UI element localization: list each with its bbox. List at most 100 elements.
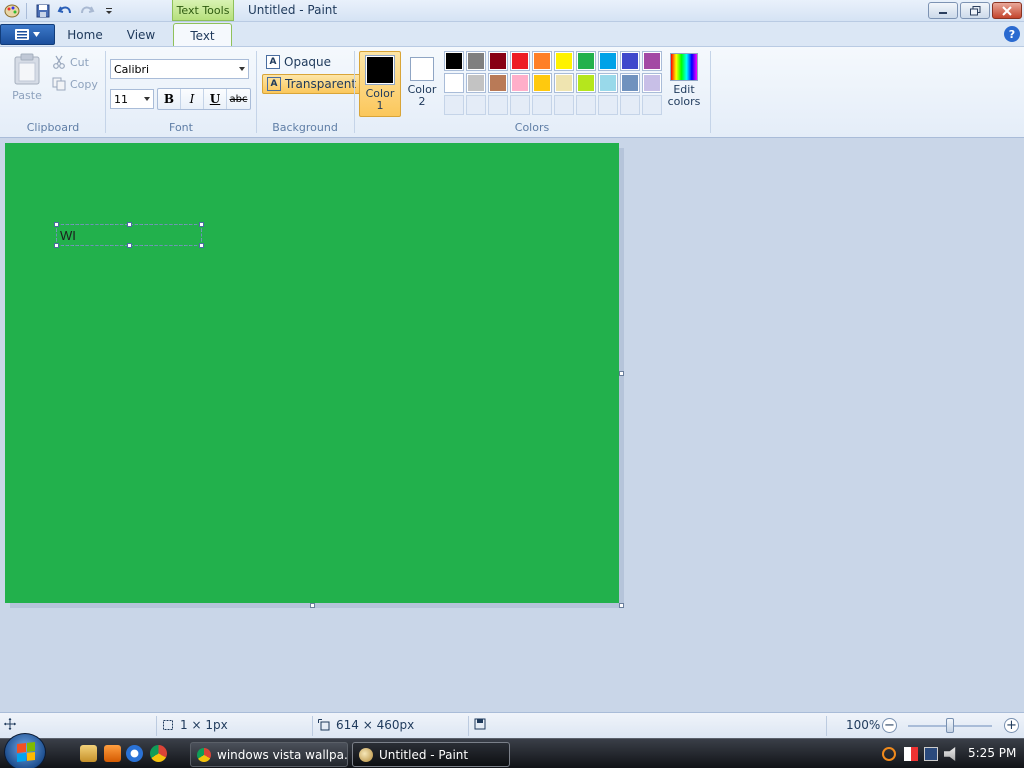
opaque-option[interactable]: A Opaque (262, 52, 335, 72)
canvas-workspace[interactable]: WI (0, 138, 1024, 712)
palette-color-swatch[interactable] (642, 51, 662, 71)
copy-button[interactable]: Copy (52, 75, 98, 93)
paint-app-icon[interactable] (2, 1, 22, 21)
taskbar-button[interactable]: windows vista wallpa... (190, 742, 348, 767)
palette-swatch-fill (512, 75, 528, 91)
underline-button[interactable]: U (204, 89, 227, 109)
cut-button[interactable]: Cut (52, 53, 89, 71)
palette-color-swatch[interactable] (620, 73, 640, 93)
save-icon[interactable] (33, 1, 53, 21)
tab-view[interactable]: View (116, 24, 166, 46)
close-button[interactable] (992, 2, 1022, 19)
minimize-button[interactable] (928, 2, 958, 19)
edit-colors-button[interactable]: Edit colors (667, 53, 701, 117)
canvas-resize-handle-bottom[interactable] (310, 603, 315, 608)
canvas-resize-handle-right[interactable] (619, 371, 624, 376)
help-icon[interactable]: ? (1004, 26, 1020, 42)
transparent-icon: A (267, 77, 281, 91)
paste-button[interactable]: Paste (8, 53, 46, 109)
palette-custom-slot[interactable] (488, 95, 508, 115)
palette-color-swatch[interactable] (598, 73, 618, 93)
action-center-flag-icon[interactable] (904, 747, 918, 761)
resize-handle-bottom-left[interactable] (54, 243, 59, 248)
color1-button[interactable]: Color 1 (359, 51, 401, 117)
strikethrough-button[interactable]: abc (227, 89, 250, 109)
tab-home[interactable]: Home (60, 24, 110, 46)
volume-icon[interactable] (944, 747, 956, 761)
italic-button[interactable]: I (181, 89, 204, 109)
taskbar-button[interactable]: Untitled - Paint (352, 742, 510, 767)
undo-icon[interactable] (55, 1, 75, 21)
restore-button[interactable] (960, 2, 990, 19)
paint-menu-button[interactable] (0, 24, 55, 45)
resize-handle-top-left[interactable] (54, 222, 59, 227)
resize-handle-bottom[interactable] (127, 243, 132, 248)
customize-qat-chevron-icon[interactable] (99, 1, 119, 21)
windows-taskbar: windows vista wallpa... Untitled - Paint … (0, 733, 1024, 768)
palette-color-swatch[interactable] (466, 51, 486, 71)
internet-explorer-icon[interactable] (126, 745, 143, 762)
bold-button[interactable]: B (158, 89, 181, 109)
palette-custom-slot[interactable] (620, 95, 640, 115)
file-size (474, 718, 486, 730)
palette-color-swatch[interactable] (444, 51, 464, 71)
resize-handle-top-right[interactable] (199, 222, 204, 227)
folder-icon[interactable] (80, 745, 97, 762)
chrome-icon[interactable] (150, 745, 167, 762)
color2-fill (412, 59, 432, 79)
palette-swatch-fill (446, 75, 462, 91)
chevron-down-icon (144, 97, 150, 101)
palette-color-swatch[interactable] (532, 73, 552, 93)
palette-custom-slot[interactable] (444, 95, 464, 115)
title-bar: Text Tools Untitled - Paint (0, 0, 1024, 22)
search-icon[interactable] (882, 747, 896, 761)
palette-custom-slot[interactable] (532, 95, 552, 115)
palette-color-swatch[interactable] (466, 73, 486, 93)
zoom-in-button[interactable]: + (1004, 718, 1019, 733)
zoom-out-button[interactable]: − (882, 718, 897, 733)
palette-color-swatch[interactable] (532, 51, 552, 71)
palette-color-swatch[interactable] (510, 51, 530, 71)
tab-text[interactable]: Text (173, 23, 232, 47)
palette-color-swatch[interactable] (598, 51, 618, 71)
palette-color-swatch[interactable] (488, 73, 508, 93)
color2-button[interactable]: Color 2 (404, 51, 440, 117)
palette-custom-slot[interactable] (642, 95, 662, 115)
palette-color-swatch[interactable] (488, 51, 508, 71)
palette-custom-slot[interactable] (510, 95, 530, 115)
palette-color-swatch[interactable] (444, 73, 464, 93)
clipboard-icon (14, 53, 40, 85)
palette-swatch-fill (512, 53, 528, 69)
palette-color-swatch[interactable] (554, 51, 574, 71)
palette-custom-slot[interactable] (466, 95, 486, 115)
media-player-icon[interactable] (104, 745, 121, 762)
palette-swatch-fill (622, 75, 638, 91)
palette-color-swatch[interactable] (576, 51, 596, 71)
status-separator (156, 716, 157, 736)
palette-custom-slot[interactable] (598, 95, 618, 115)
text-entry-box[interactable]: WI (54, 222, 204, 248)
resize-handle-top[interactable] (127, 222, 132, 227)
palette-color-swatch[interactable] (576, 73, 596, 93)
chevron-down-icon (239, 67, 245, 71)
font-size-dropdown[interactable]: 11 (110, 89, 154, 109)
palette-custom-slot[interactable] (554, 95, 574, 115)
resize-handle-bottom-right[interactable] (199, 243, 204, 248)
start-button[interactable] (4, 733, 46, 768)
window-controls (928, 2, 1022, 19)
zoom-slider-thumb[interactable] (946, 718, 954, 733)
drawing-canvas[interactable]: WI (5, 143, 619, 603)
palette-color-swatch[interactable] (642, 73, 662, 93)
palette-swatch-fill (490, 75, 506, 91)
palette-swatch-fill (534, 53, 550, 69)
palette-custom-slot[interactable] (576, 95, 596, 115)
taskbar-clock[interactable]: 5:25 PM (968, 746, 1016, 760)
palette-color-swatch[interactable] (554, 73, 574, 93)
canvas-resize-handle-corner[interactable] (619, 603, 624, 608)
redo-icon[interactable] (77, 1, 97, 21)
transparent-option[interactable]: A Transparent (262, 74, 362, 94)
network-icon[interactable] (924, 747, 938, 761)
palette-color-swatch[interactable] (510, 73, 530, 93)
font-family-dropdown[interactable]: Calibri (110, 59, 249, 79)
palette-color-swatch[interactable] (620, 51, 640, 71)
